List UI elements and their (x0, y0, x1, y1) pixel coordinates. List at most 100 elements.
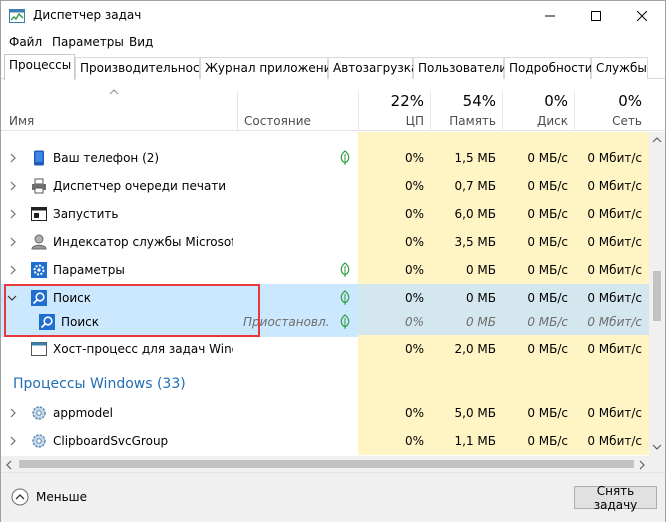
cpu-value: 0% (404, 291, 424, 305)
table-row[interactable]: Ваш телефон (2) 0% 1,5 МБ 0 МБ/с 0 Мбит/… (1, 144, 649, 172)
chevron-right-icon[interactable] (9, 265, 17, 275)
cpu-value: 0% (404, 342, 424, 356)
cpu-value: 0% (404, 151, 424, 165)
disk-total[interactable]: 0% (505, 92, 568, 110)
cpu-total[interactable]: 22% (361, 92, 424, 110)
disk-value: 0 МБ/с (527, 263, 568, 277)
phone-icon (34, 150, 44, 166)
cpu-value: 0% (404, 434, 424, 448)
disk-value: 0 МБ/с (527, 406, 568, 420)
scroll-up-icon[interactable] (652, 136, 662, 144)
disk-value: 0 МБ/с (527, 291, 568, 305)
minimize-icon (545, 15, 555, 17)
tab-services[interactable]: Службы (591, 57, 648, 79)
scroll-down-icon[interactable] (652, 443, 662, 451)
tab-bar: Процессы Производительность Журнал прило… (1, 53, 665, 80)
disk-value: 0 МБ/с (527, 342, 568, 356)
column-disk[interactable]: Диск (505, 114, 568, 128)
tab-app-history[interactable]: Журнал приложений (200, 57, 339, 79)
close-button[interactable] (619, 1, 665, 31)
process-name: Ваш телефон (2) (53, 151, 160, 165)
printer-icon (32, 178, 46, 194)
leaf-icon (340, 150, 350, 165)
scroll-right-icon[interactable] (638, 460, 646, 470)
chevron-up-circle-icon[interactable] (11, 488, 29, 506)
memory-value: 0 МБ (465, 263, 496, 277)
memory-value: 0 МБ (465, 291, 496, 305)
title-bar: Диспетчер задач (1, 1, 665, 31)
chevron-right-icon[interactable] (9, 436, 17, 446)
menu-view[interactable]: Вид (129, 35, 153, 49)
vertical-scroll-thumb[interactable] (653, 271, 661, 321)
table-row[interactable]: appmodel 0% 5,0 МБ 0 МБ/с 0 Мбит/с (1, 399, 649, 427)
maximize-button[interactable] (573, 1, 619, 31)
process-name: ClipboardSvcGroup (53, 434, 169, 448)
column-name[interactable]: Имя (9, 114, 34, 128)
menu-options[interactable]: Параметры (52, 35, 124, 49)
process-name: appmodel (53, 406, 113, 420)
end-task-button[interactable]: Снять задачу (574, 484, 657, 512)
process-name: Диспетчер очереди печати (53, 179, 227, 193)
network-value: 0 Мбит/с (587, 235, 642, 249)
process-name: Хост-процесс для задач Windo... (53, 342, 233, 356)
network-value: 0 Мбит/с (587, 406, 642, 420)
group-title: Процессы Windows (33) (13, 376, 186, 392)
host-icon (31, 342, 47, 356)
leaf-icon (340, 262, 350, 277)
gear-icon (32, 434, 46, 448)
disk-value: 0 МБ/с (527, 434, 568, 448)
task-manager-window: Диспетчер задач Файл Параметры Вид Проце… (0, 0, 666, 522)
column-network[interactable]: Сеть (577, 114, 642, 128)
chevron-right-icon[interactable] (9, 181, 17, 191)
table-row[interactable]: Параметры 0% 0 МБ 0 МБ/с 0 Мбит/с (1, 256, 649, 284)
group-header[interactable]: Процессы Windows (33) (1, 363, 649, 399)
table-row[interactable]: Диспетчер очереди печати 0% 0,7 МБ 0 МБ/… (1, 172, 649, 200)
highlight-annotation (4, 284, 260, 337)
tab-details[interactable]: Подробности (504, 57, 593, 79)
window-title: Диспетчер задач (33, 8, 142, 22)
footer-bar (1, 472, 665, 522)
gear-icon (32, 406, 46, 420)
memory-value: 1,1 МБ (454, 434, 496, 448)
indexer-icon (31, 234, 47, 250)
memory-total[interactable]: 54% (433, 92, 496, 110)
chevron-right-icon[interactable] (9, 408, 17, 418)
horizontal-scroll-thumb[interactable] (19, 460, 634, 468)
chevron-right-icon[interactable] (9, 153, 17, 163)
table-row[interactable]: Хост-процесс для задач Windo... 0% 2,0 М… (1, 335, 649, 363)
gear-icon (31, 262, 47, 278)
tab-users[interactable]: Пользователи (413, 57, 507, 79)
network-value: 0 Мбит/с (587, 291, 642, 305)
memory-value: 0,7 МБ (454, 179, 496, 193)
cpu-value: 0% (404, 235, 424, 249)
memory-value: 6,0 МБ (454, 207, 496, 221)
table-row[interactable]: Запустить 0% 6,0 МБ 0 МБ/с 0 Мбит/с (1, 200, 649, 228)
chevron-right-icon[interactable] (9, 209, 17, 219)
network-value: 0 Мбит/с (587, 263, 642, 277)
table-row[interactable]: ClipboardSvcGroup 0% 1,1 МБ 0 МБ/с 0 Мби… (1, 427, 649, 455)
disk-value: 0 МБ/с (527, 151, 568, 165)
task-manager-app-icon (9, 9, 25, 23)
table-row[interactable] (1, 132, 649, 144)
scroll-corner (649, 456, 665, 472)
column-status[interactable]: Состояние (244, 114, 311, 128)
network-value: 0 Мбит/с (587, 179, 642, 193)
network-total[interactable]: 0% (577, 92, 642, 110)
tab-processes[interactable]: Процессы (4, 54, 75, 80)
tab-performance[interactable]: Производительность (75, 57, 214, 79)
column-separator (430, 91, 431, 131)
scroll-left-icon[interactable] (5, 460, 13, 470)
fewer-details-link[interactable]: Меньше (36, 490, 87, 504)
table-row[interactable]: Индексатор службы Microsoft ... 0% 3,5 М… (1, 228, 649, 256)
chevron-right-icon[interactable] (9, 237, 17, 247)
cpu-value: 0% (404, 179, 424, 193)
column-cpu[interactable]: ЦП (361, 114, 424, 128)
cpu-value: 0% (404, 263, 424, 277)
minimize-button[interactable] (527, 1, 573, 31)
process-name: Запустить (53, 207, 119, 221)
menu-file[interactable]: Файл (9, 35, 42, 49)
column-memory[interactable]: Память (433, 114, 496, 128)
process-name: Параметры (53, 263, 125, 277)
tab-startup[interactable]: Автозагрузка (328, 57, 418, 79)
sort-up-icon (109, 89, 119, 95)
